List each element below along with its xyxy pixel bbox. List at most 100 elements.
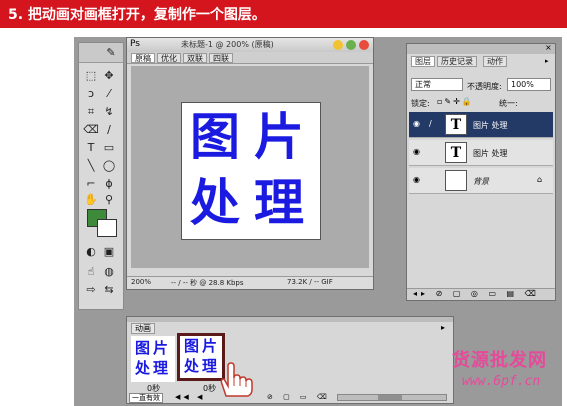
eraser-tool-icon[interactable]: ⌫ bbox=[83, 123, 99, 137]
frame-char: 图 bbox=[184, 337, 200, 355]
hand-icon[interactable]: ☝ bbox=[83, 265, 99, 279]
loop-select[interactable]: 一直有效 bbox=[129, 393, 163, 403]
frame-char: 图 bbox=[135, 339, 151, 357]
feather-icon: ✎ bbox=[106, 46, 116, 59]
layers-panel-titlebar[interactable]: × bbox=[407, 43, 555, 54]
scrollbar[interactable] bbox=[337, 394, 447, 401]
type-tool-icon[interactable]: T bbox=[83, 141, 99, 155]
watermark-url: www.6pf.cn bbox=[462, 374, 541, 389]
quick-mask-icon[interactable]: ◐ bbox=[83, 245, 99, 259]
layer-thumbnail: T bbox=[445, 142, 467, 163]
globe-icon[interactable]: ◍ bbox=[101, 265, 117, 279]
zoom-tool-icon[interactable]: ⚲ bbox=[101, 193, 117, 207]
panel-menu-icon[interactable]: ▸ bbox=[441, 323, 445, 332]
canvas-char: 图 bbox=[190, 107, 240, 166]
unify-label: 统一: bbox=[499, 99, 518, 108]
frame-action-icons[interactable]: ⊘ ▢ ▭ ⌫ bbox=[267, 393, 331, 401]
lasso-tool-icon[interactable]: ↄ bbox=[83, 87, 99, 101]
opacity-label: 不透明度: bbox=[467, 82, 502, 91]
watermark-title: 货源批发网 bbox=[452, 350, 547, 371]
document-tabs: 原稿 优化 双联 四联 bbox=[127, 52, 373, 64]
playback-icons[interactable]: ◀◀ ◀ bbox=[175, 393, 205, 401]
canvas-char: 处 bbox=[190, 173, 240, 232]
file-size[interactable]: 73.2K / -- GIF bbox=[287, 278, 333, 286]
tab-animation[interactable]: 动画 bbox=[131, 323, 155, 334]
layer-thumbnail: T bbox=[445, 114, 467, 135]
screen-mode-icon[interactable]: ▣ bbox=[101, 245, 117, 259]
frame-char: 处 bbox=[184, 357, 200, 375]
eye-icon[interactable]: ◉ bbox=[413, 176, 423, 184]
layer-name[interactable]: 背景 bbox=[473, 176, 489, 187]
tab-optimized[interactable]: 优化 bbox=[157, 53, 181, 63]
blend-mode-select[interactable]: 正常 bbox=[411, 78, 463, 91]
tab-4up[interactable]: 四联 bbox=[209, 53, 233, 63]
download-speed[interactable]: -- / -- 秒 @ 28.8 Kbps bbox=[171, 278, 244, 288]
eyedropper-icon[interactable]: ϕ bbox=[101, 177, 117, 191]
frame-char: 理 bbox=[153, 359, 169, 377]
toolbox: ✎ ⬚ ✥ ↄ ⁄ ⌗ ↯ ⌫ ∕ T ▭ ╲ ◯ ⌐ ϕ ✋ ⚲ ◐ ▣ ☝ … bbox=[78, 42, 124, 310]
canvas[interactable]: 图 片 处 理 bbox=[181, 102, 321, 240]
lock-icons[interactable]: ▫✎✛🔒 bbox=[437, 97, 474, 106]
jump-icon[interactable]: ⇨ bbox=[83, 283, 99, 297]
close-icon[interactable] bbox=[359, 40, 369, 50]
animation-footer: 一直有效 ◀◀ ◀ ⊘ ▢ ▭ ⌫ bbox=[127, 393, 453, 403]
ps-icon: Ps bbox=[130, 39, 140, 49]
tab-layers[interactable]: 图层 bbox=[411, 56, 435, 67]
crop-tool-icon[interactable]: ⌗ bbox=[83, 105, 99, 119]
toolbox-header[interactable]: ✎ bbox=[79, 43, 123, 63]
line-tool-icon[interactable]: ╲ bbox=[83, 159, 99, 173]
tab-2up[interactable]: 双联 bbox=[183, 53, 207, 63]
eye-icon[interactable]: ◉ bbox=[413, 120, 423, 128]
zoom-level[interactable]: 200% bbox=[131, 278, 151, 286]
document-window: Ps 未标题-1 @ 200% (原稿) 原稿 优化 双联 四联 图 片 处 理… bbox=[126, 37, 374, 290]
slice-tool-icon[interactable]: ↯ bbox=[101, 105, 117, 119]
maximize-icon[interactable] bbox=[346, 40, 356, 50]
layer-row[interactable]: ◉ 背景 ⌂ bbox=[409, 168, 553, 194]
opacity-field[interactable]: 100% bbox=[507, 78, 551, 91]
animation-panel: 动画 ▸ 图 片 处 理 0秒 图 片 处 理 0秒 一直有效 ◀◀ ◀ ⊘ ▢… bbox=[126, 316, 454, 404]
document-titlebar[interactable]: Ps 未标题-1 @ 200% (原稿) bbox=[127, 38, 373, 52]
instruction-text: 5. 把动画对画框打开，复制作一个图层。 bbox=[8, 7, 266, 23]
layer-name[interactable]: 图片 处理 bbox=[473, 148, 508, 159]
transfer-icon[interactable]: ⇆ bbox=[101, 283, 117, 297]
marquee-tool-icon[interactable]: ⬚ bbox=[83, 69, 99, 83]
ellipse-tool-icon[interactable]: ◯ bbox=[101, 159, 117, 173]
layers-footer: ◂▸ ⊘ ▢ ◎ ▭ ▤ ⌫ bbox=[407, 288, 555, 300]
tab-history[interactable]: 历史记录 bbox=[437, 56, 477, 67]
layer-name[interactable]: 图片 处理 bbox=[473, 120, 508, 131]
panel-menu-icon[interactable]: ▸ bbox=[545, 57, 549, 65]
eye-icon[interactable]: ◉ bbox=[413, 148, 423, 156]
animation-panel-titlebar[interactable] bbox=[127, 317, 453, 322]
brush-icon: ∕ bbox=[429, 119, 432, 128]
lock-label: 锁定: bbox=[411, 99, 430, 108]
frame-char: 片 bbox=[153, 339, 169, 357]
layer-action-icons[interactable]: ◂▸ ⊘ ▢ ◎ ▭ ▤ ⌫ bbox=[413, 289, 540, 298]
hand-cursor-icon bbox=[220, 362, 253, 397]
layers-panel: × 图层 历史记录 动作 ▸ 正常 不透明度: 100% 锁定: ▫✎✛🔒 统一… bbox=[406, 43, 556, 301]
layer-row[interactable]: ◉ T 图片 处理 bbox=[409, 140, 553, 166]
canvas-char: 理 bbox=[254, 173, 304, 232]
frame-char: 片 bbox=[202, 337, 218, 355]
brush-tool-icon[interactable]: ∕ bbox=[101, 123, 117, 137]
magic-wand-icon[interactable]: ⁄ bbox=[101, 87, 117, 101]
animation-frame[interactable]: 图 片 处 理 bbox=[131, 336, 175, 382]
lock-icon: ⌂ bbox=[537, 175, 543, 184]
rectangle-tool-icon[interactable]: ▭ bbox=[101, 141, 117, 155]
hand-tool-icon[interactable]: ✋ bbox=[83, 193, 99, 207]
layer-row[interactable]: ◉ ∕ T 图片 处理 bbox=[409, 112, 553, 138]
minimize-icon[interactable] bbox=[333, 40, 343, 50]
layers-tabs: 图层 历史记录 动作 ▸ bbox=[407, 56, 555, 68]
canvas-char: 片 bbox=[254, 107, 304, 166]
crop-icon[interactable]: ⌐ bbox=[83, 177, 99, 191]
tab-actions[interactable]: 动作 bbox=[483, 56, 507, 67]
canvas-area: 图 片 处 理 bbox=[131, 66, 369, 268]
frame-char: 理 bbox=[202, 357, 218, 375]
tab-original[interactable]: 原稿 bbox=[131, 53, 155, 63]
move-tool-icon[interactable]: ✥ bbox=[101, 69, 117, 83]
instruction-banner: 5. 把动画对画框打开，复制作一个图层。 bbox=[0, 0, 567, 28]
frame-char: 处 bbox=[135, 359, 151, 377]
scrollbar-thumb[interactable] bbox=[378, 395, 402, 400]
background-color-swatch[interactable] bbox=[97, 219, 117, 237]
document-title: 未标题-1 @ 200% (原稿) bbox=[181, 40, 274, 49]
close-icon[interactable]: × bbox=[545, 43, 552, 52]
